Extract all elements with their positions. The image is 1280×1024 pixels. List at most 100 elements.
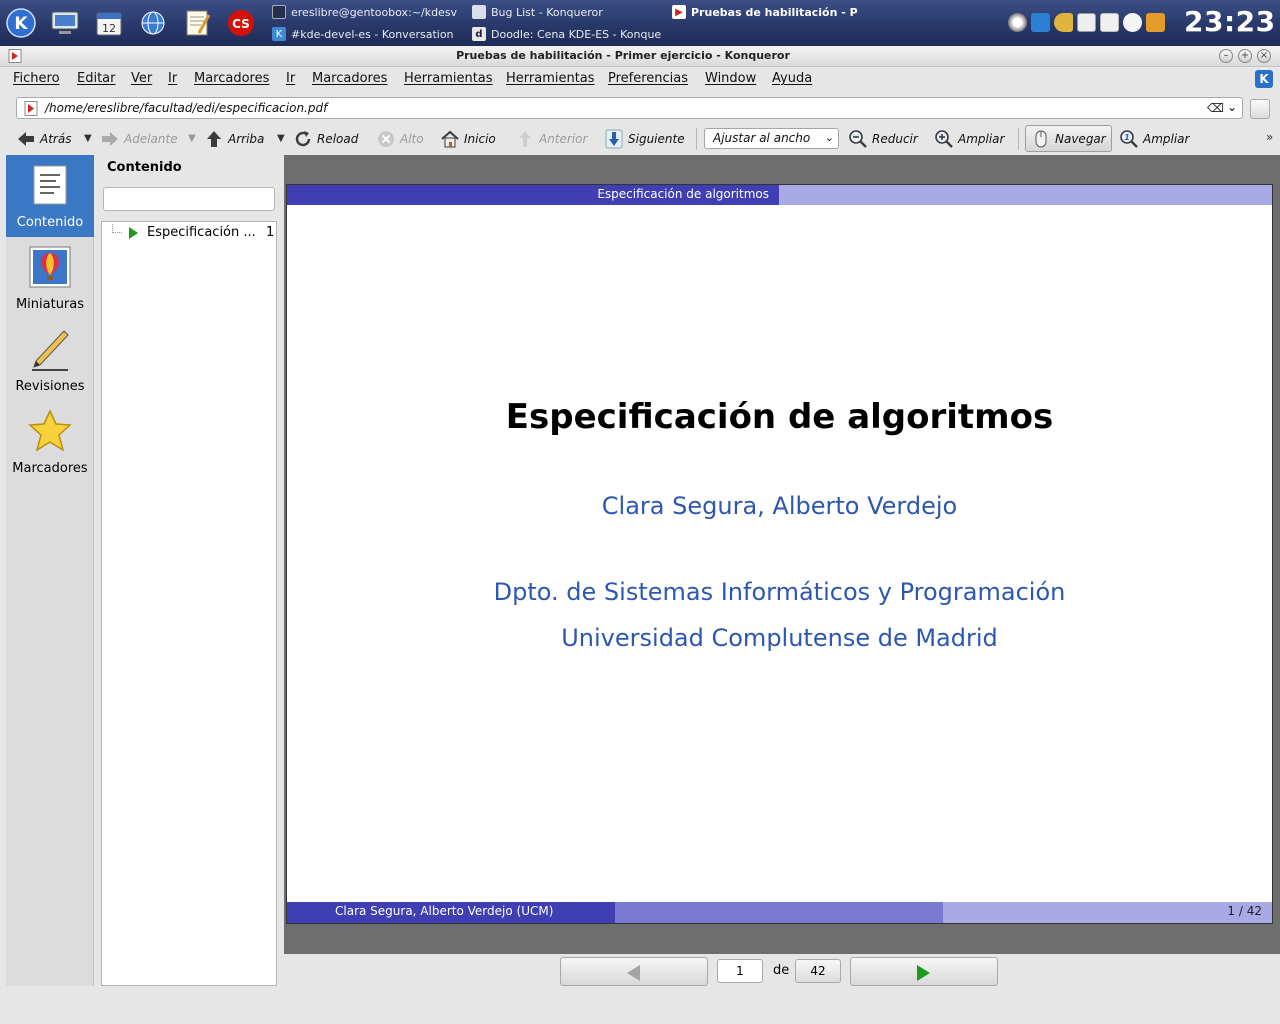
svg-text:1: 1 bbox=[1124, 133, 1130, 142]
slide-header-title: Especificación de algoritmos bbox=[597, 187, 769, 201]
arrow-right-icon bbox=[917, 965, 930, 981]
maximize-button[interactable]: + bbox=[1238, 49, 1252, 63]
menu-ir-2[interactable]: Ir bbox=[286, 71, 295, 86]
task-doodle[interactable]: d Doodle: Cena KDE-ES - Konque bbox=[472, 24, 664, 44]
eye-icon[interactable] bbox=[1008, 13, 1027, 32]
zoom-mode-select[interactable]: Ajustar al ancho ⌄ bbox=[704, 128, 839, 149]
location-url[interactable]: /home/ereslibre/facultad/edi/especificac… bbox=[45, 101, 327, 115]
magnify-button[interactable]: 1 Ampliar bbox=[1119, 128, 1189, 150]
reload-button[interactable]: Reload bbox=[293, 128, 358, 150]
menu-herramientas-2[interactable]: Herramientas bbox=[506, 71, 595, 86]
menu-marcadores-2[interactable]: Marcadores bbox=[312, 71, 387, 86]
star-icon bbox=[28, 409, 72, 452]
browse-tool: Navegar bbox=[1031, 128, 1106, 150]
sidebar-tab-bookmarks[interactable]: Marcadores bbox=[6, 401, 94, 483]
previous-label: Anterior bbox=[539, 132, 588, 146]
clock[interactable]: 23:23 bbox=[1184, 5, 1276, 38]
clipboard-icon[interactable] bbox=[1077, 13, 1096, 32]
kde-menu-icon[interactable]: K bbox=[4, 6, 38, 40]
up-dropdown-icon[interactable]: ▼ bbox=[277, 133, 285, 144]
location-input[interactable]: /home/ereslibre/facultad/edi/especificac… bbox=[16, 97, 1243, 119]
toolbar-overflow-icon[interactable]: » bbox=[1266, 130, 1273, 144]
slide-title: Especificación de algoritmos bbox=[505, 397, 1054, 437]
menu-editar[interactable]: Editar bbox=[77, 71, 116, 86]
menu-fichero[interactable]: Fichero bbox=[13, 71, 60, 86]
previous-page-nav-button[interactable] bbox=[560, 957, 708, 986]
konversation-icon: K bbox=[272, 27, 286, 41]
zoom-out-button[interactable]: Reducir bbox=[848, 128, 918, 150]
forward-button[interactable]: Adelante bbox=[100, 128, 178, 150]
kde-update-icon[interactable] bbox=[1031, 13, 1050, 32]
pdf-page[interactable]: Especificación de algoritmos Especificac… bbox=[286, 184, 1273, 924]
page-of-label: de bbox=[773, 963, 790, 978]
clear-location-icon[interactable]: ⌫ bbox=[1207, 101, 1224, 115]
menu-ver[interactable]: Ver bbox=[131, 71, 152, 86]
svg-text:CS: CS bbox=[232, 17, 250, 31]
location-bar: /home/ereslibre/facultad/edi/especificac… bbox=[0, 94, 1280, 122]
text-editor-icon[interactable] bbox=[180, 6, 214, 40]
back-history-dropdown-icon[interactable]: ▼ bbox=[84, 133, 92, 144]
table-of-contents[interactable]: Especificación ... 1 bbox=[101, 221, 277, 986]
cloud-icon[interactable] bbox=[1123, 13, 1142, 32]
contents-title: Contenido bbox=[107, 160, 182, 175]
menu-ir[interactable]: Ir bbox=[168, 71, 177, 86]
network-globe-icon[interactable] bbox=[136, 6, 170, 40]
toc-item-page: 1 bbox=[266, 225, 275, 240]
notes-icon[interactable] bbox=[1100, 13, 1119, 32]
menu-window[interactable]: Window bbox=[705, 71, 756, 86]
minimize-button[interactable]: – bbox=[1219, 49, 1233, 63]
forward-history-dropdown-icon[interactable]: ▼ bbox=[188, 133, 196, 144]
menu-marcadores[interactable]: Marcadores bbox=[194, 71, 269, 86]
task-pruebas-habilitacion[interactable]: ▶ Pruebas de habilitación - P bbox=[672, 2, 864, 22]
mouse-icon bbox=[1035, 130, 1047, 148]
toolbar-separator bbox=[1018, 128, 1019, 150]
go-button[interactable] bbox=[1250, 99, 1270, 119]
sidebar-tab-thumbnails[interactable]: Miniaturas bbox=[6, 237, 94, 319]
header-bar-right bbox=[779, 185, 1272, 205]
key-icon[interactable] bbox=[1054, 13, 1073, 32]
sidebar-tab-contents[interactable]: Contenido bbox=[6, 155, 94, 237]
stop-button[interactable]: Alto bbox=[376, 128, 424, 150]
task-konversation[interactable]: K #kde-devel-es - Konversation bbox=[272, 24, 464, 44]
menu-preferencias[interactable]: Preferencias bbox=[608, 71, 688, 86]
menu-herramientas[interactable]: Herramientas bbox=[404, 71, 493, 86]
task-terminal[interactable]: ereslibre@gentoobox:~/kdesv bbox=[272, 2, 464, 22]
page-number-input[interactable]: 1 bbox=[717, 959, 763, 983]
window-titlebar[interactable]: Pruebas de habilitación - Primer ejercic… bbox=[0, 46, 1280, 67]
pdf-icon bbox=[24, 101, 38, 116]
sidebar-tab-reviews[interactable]: Revisiones bbox=[6, 319, 94, 401]
arrow-left-icon bbox=[627, 965, 640, 981]
home-button[interactable]: Inicio bbox=[440, 128, 496, 150]
zoom-in-button[interactable]: Ampliar bbox=[934, 128, 1004, 150]
next-page-button[interactable]: Siguiente bbox=[604, 128, 685, 150]
task-label: Pruebas de habilitación - P bbox=[691, 5, 858, 19]
terminal-icon bbox=[272, 5, 286, 19]
back-button[interactable]: Atrás bbox=[16, 128, 71, 150]
sidebar-tab-label: Marcadores bbox=[12, 461, 88, 476]
folder-icon[interactable] bbox=[1146, 13, 1165, 32]
calendar-icon[interactable]: 12 bbox=[92, 6, 126, 40]
up-button[interactable]: Arriba bbox=[204, 128, 264, 150]
close-button[interactable]: × bbox=[1257, 49, 1271, 63]
contents-search-input[interactable] bbox=[103, 187, 275, 211]
page-total-button[interactable]: 42 bbox=[795, 959, 841, 983]
document-view[interactable]: Especificación de algoritmos Especificac… bbox=[284, 155, 1280, 954]
menu-ayuda[interactable]: Ayuda bbox=[772, 71, 812, 86]
toc-item[interactable]: Especificación ... 1 bbox=[102, 224, 276, 242]
stop-label: Alto bbox=[400, 132, 424, 146]
chevron-down-icon[interactable]: ⌄ bbox=[1227, 100, 1237, 114]
task-label: Bug List - Konqueror bbox=[491, 5, 603, 19]
sidebar-tabs: Contenido Miniaturas Revisiones Marcador… bbox=[6, 155, 94, 986]
lastfm-icon[interactable]: CS bbox=[224, 6, 258, 40]
browse-tool-button[interactable]: Navegar bbox=[1025, 125, 1112, 152]
task-label: ereslibre@gentoobox:~/kdesv bbox=[291, 5, 458, 19]
zoom-out-label: Reducir bbox=[872, 132, 918, 146]
zoom-mode-value: Ajustar al ancho bbox=[713, 131, 811, 145]
computer-icon[interactable] bbox=[48, 6, 82, 40]
window-title: Pruebas de habilitación - Primer ejercic… bbox=[456, 49, 790, 62]
task-label: #kde-devel-es - Konversation bbox=[291, 27, 454, 41]
task-bug-list[interactable]: Bug List - Konqueror bbox=[472, 2, 662, 22]
previous-page-button[interactable]: Anterior bbox=[515, 128, 587, 150]
next-page-nav-button[interactable] bbox=[850, 957, 998, 986]
footer-authors: Clara Segura, Alberto Verdejo (UCM) bbox=[335, 904, 554, 918]
